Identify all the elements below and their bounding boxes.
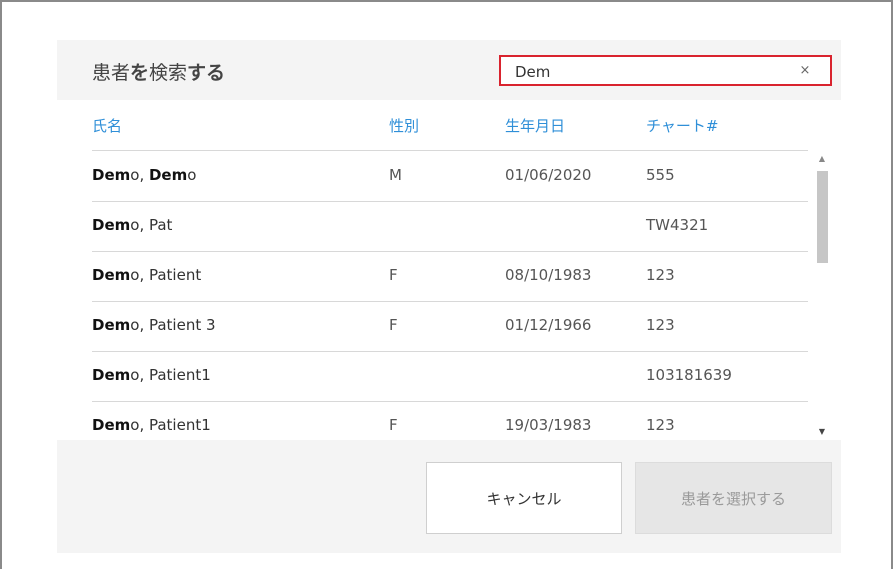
- patient-chart: 123: [646, 316, 675, 334]
- cancel-button[interactable]: キャンセル: [426, 462, 622, 534]
- clear-icon[interactable]: ×: [798, 64, 812, 78]
- patient-sex: F: [389, 316, 398, 334]
- table-row[interactable]: Demo, Patient 3 F 01/12/1966 123: [92, 301, 808, 352]
- scroll-up-icon[interactable]: ▲: [814, 151, 830, 167]
- search-box[interactable]: ×: [499, 55, 832, 86]
- dialog-title: 患者を検索する: [92, 62, 226, 84]
- patient-name: Demo, Patient 3: [92, 316, 216, 334]
- table-row[interactable]: Demo, Patient F 08/10/1983 123: [92, 251, 808, 302]
- column-header-name[interactable]: 氏名: [92, 115, 122, 136]
- window-frame: 患者を検索する × 氏名 性別 生年月日 チャート# Demo, Demo M …: [0, 0, 893, 569]
- table-body: Demo, Demo M 01/06/2020 555 Demo, Pat TW…: [92, 151, 808, 440]
- table-row[interactable]: Demo, Patient1 F 19/03/1983 123: [92, 401, 808, 440]
- patient-dob: 19/03/1983: [505, 416, 592, 434]
- table-row[interactable]: Demo, Patient1 103181639: [92, 351, 808, 402]
- patient-table: 氏名 性別 生年月日 チャート# Demo, Demo M 01/06/2020…: [57, 100, 841, 440]
- patient-dob: 01/06/2020: [505, 166, 592, 184]
- scroll-thumb[interactable]: [817, 171, 828, 263]
- patient-chart: 123: [646, 416, 675, 434]
- patient-name: Demo, Patient1: [92, 416, 211, 434]
- scroll-down-icon[interactable]: ▼: [814, 424, 830, 440]
- patient-sex: M: [389, 166, 402, 184]
- patient-search-dialog: 患者を検索する × 氏名 性別 生年月日 チャート# Demo, Demo M …: [57, 40, 841, 553]
- patient-name: Demo, Demo: [92, 166, 197, 184]
- search-input[interactable]: [513, 61, 777, 83]
- patient-chart: 123: [646, 266, 675, 284]
- patient-chart: 555: [646, 166, 675, 184]
- patient-sex: F: [389, 416, 398, 434]
- column-header-sex[interactable]: 性別: [389, 115, 419, 136]
- table-row[interactable]: Demo, Demo M 01/06/2020 555: [92, 151, 808, 202]
- patient-dob: 08/10/1983: [505, 266, 592, 284]
- patient-sex: F: [389, 266, 398, 284]
- patient-name: Demo, Pat: [92, 216, 173, 234]
- select-patient-button[interactable]: 患者を選択する: [635, 462, 832, 534]
- patient-name: Demo, Patient: [92, 266, 202, 284]
- patient-chart: 103181639: [646, 366, 732, 384]
- column-header-dob[interactable]: 生年月日: [505, 115, 565, 136]
- table-header: 氏名 性別 生年月日 チャート#: [92, 100, 808, 151]
- dialog-header: 患者を検索する ×: [57, 40, 841, 100]
- patient-name: Demo, Patient1: [92, 366, 211, 384]
- table-scrollbar[interactable]: ▲ ▼: [814, 151, 830, 440]
- patient-dob: 01/12/1966: [505, 316, 592, 334]
- dialog-footer: キャンセル 患者を選択する: [57, 440, 841, 553]
- column-header-chart[interactable]: チャート#: [646, 115, 718, 136]
- patient-chart: TW4321: [646, 216, 709, 234]
- table-row[interactable]: Demo, Pat TW4321: [92, 201, 808, 252]
